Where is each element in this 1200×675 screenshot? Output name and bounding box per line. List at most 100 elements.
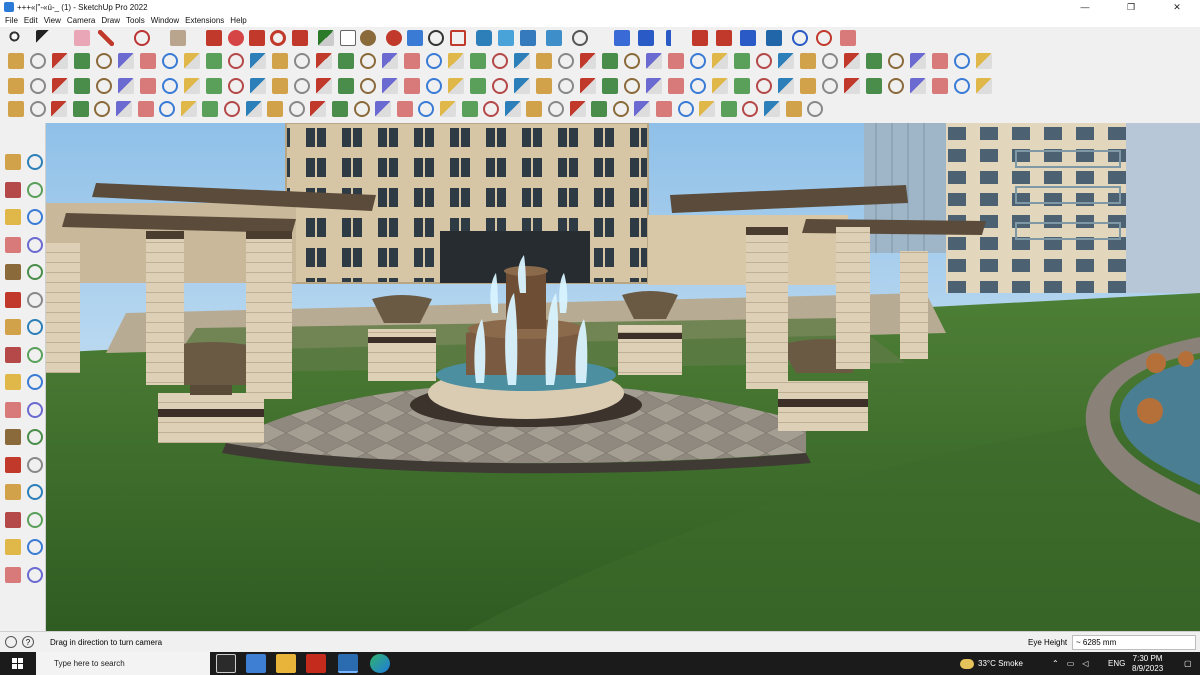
tool-r4-19-icon[interactable] (396, 101, 413, 117)
tool-r2-26-icon[interactable] (558, 53, 574, 69)
clear-icon[interactable] (840, 30, 856, 46)
menu-extensions[interactable]: Extensions (182, 16, 227, 25)
tool-r2-24-icon[interactable] (514, 53, 530, 69)
rotate-icon[interactable] (270, 30, 286, 46)
left-look-around-icon[interactable] (5, 539, 21, 555)
extension-manager-icon[interactable] (546, 30, 562, 46)
clock[interactable]: 7:30 PM 8/9/2023 (1132, 652, 1163, 675)
tool-r2-6-icon[interactable] (118, 53, 134, 69)
tool-r3-10-icon[interactable] (206, 78, 222, 94)
text-icon[interactable] (340, 30, 356, 46)
tool-r4-26-icon[interactable] (548, 101, 564, 117)
tool-r3-5-icon[interactable] (96, 78, 112, 94)
tool-r3-8-icon[interactable] (162, 78, 178, 94)
select-blue-icon[interactable] (614, 30, 630, 46)
tool-r4-8-icon[interactable] (159, 101, 176, 117)
left-offset-icon[interactable] (5, 346, 21, 363)
left-arc-icon[interactable] (5, 319, 21, 335)
component-icon[interactable] (638, 30, 654, 46)
tool-r2-5-icon[interactable] (96, 53, 112, 69)
tool-r3-20-icon[interactable] (426, 78, 442, 94)
search-icon[interactable] (8, 30, 24, 46)
tool-r4-16-icon[interactable] (332, 101, 348, 117)
tool-r3-44-icon[interactable] (954, 78, 970, 94)
tool-r2-11-icon[interactable] (228, 53, 244, 69)
menu-draw[interactable]: Draw (98, 16, 123, 25)
tool-r2-37-icon[interactable] (800, 53, 816, 69)
tool-r2-44-icon[interactable] (954, 53, 970, 69)
left-pie-icon[interactable] (27, 319, 43, 335)
tool-r3-36-icon[interactable] (778, 78, 794, 94)
measurements-input[interactable]: ~ 6285 mm (1072, 635, 1196, 650)
autocad-app-icon[interactable] (306, 654, 326, 673)
tool-r4-6-icon[interactable] (116, 101, 132, 117)
tool-r2-12-icon[interactable] (250, 53, 266, 69)
language-indicator[interactable]: ENG (1108, 652, 1125, 675)
orbit-icon[interactable] (386, 30, 402, 46)
tool-r4-27-icon[interactable] (569, 101, 586, 117)
tool-r3-27-icon[interactable] (580, 78, 596, 94)
follow-me-icon[interactable] (228, 30, 244, 46)
left-polygon-icon[interactable] (27, 291, 43, 308)
tool-r2-3-icon[interactable] (52, 53, 68, 69)
left-walk-icon[interactable] (27, 511, 43, 528)
tool-r3-29-icon[interactable] (624, 78, 640, 94)
tool-r2-45-icon[interactable] (976, 53, 992, 69)
tool-r2-18-icon[interactable] (382, 53, 398, 69)
tool-r4-7-icon[interactable] (137, 101, 154, 117)
file-explorer-icon[interactable] (276, 654, 296, 673)
tool-r3-15-icon[interactable] (316, 78, 332, 94)
left-orbit-icon[interactable] (27, 154, 43, 170)
tool-r3-39-icon[interactable] (844, 78, 860, 94)
rectangle-icon[interactable] (170, 30, 186, 46)
left-text-icon[interactable] (27, 209, 43, 225)
tool-r2-16-icon[interactable] (338, 53, 354, 69)
freehand-icon[interactable] (134, 30, 150, 46)
zoom-extents-icon[interactable] (450, 30, 466, 46)
tool-r4-30-icon[interactable] (634, 101, 651, 117)
tool-r2-39-icon[interactable] (844, 53, 860, 69)
tool-r3-13-icon[interactable] (272, 78, 288, 94)
tool-r3-33-icon[interactable] (712, 78, 728, 94)
edge-browser-icon[interactable] (370, 654, 390, 673)
tool-r3-23-icon[interactable] (492, 78, 508, 94)
tool-r2-36-icon[interactable] (778, 53, 794, 69)
tool-r4-20-icon[interactable] (418, 101, 435, 117)
maximize-button[interactable]: ❐ (1108, 0, 1154, 14)
left-freehand-icon[interactable] (27, 236, 43, 253)
left-move-icon[interactable] (27, 374, 43, 390)
left-line-icon[interactable] (5, 236, 21, 253)
close-button[interactable]: ✕ (1154, 0, 1200, 14)
tool-r4-31-icon[interactable] (656, 101, 672, 117)
select-arrow-icon[interactable] (36, 30, 52, 46)
tool-r2-40-icon[interactable] (866, 53, 882, 69)
tool-r2-25-icon[interactable] (536, 53, 552, 69)
start-button[interactable] (0, 652, 36, 675)
tool-r3-43-icon[interactable] (932, 78, 948, 94)
left-sandbox-icon[interactable] (5, 566, 21, 583)
line-pencil-icon[interactable] (98, 30, 114, 46)
left-eraser-icon[interactable] (27, 181, 43, 198)
user-account-icon[interactable] (572, 30, 588, 46)
tool-r3-28-icon[interactable] (602, 78, 618, 94)
tool-r2-17-icon[interactable] (360, 53, 376, 69)
tool-r2-9-icon[interactable] (184, 53, 200, 69)
tool-r2-27-icon[interactable] (580, 53, 596, 69)
left-zoom-window-icon[interactable] (27, 484, 43, 500)
mirror-icon[interactable] (716, 30, 732, 46)
tool-r4-3-icon[interactable] (51, 101, 68, 117)
warehouse-icon[interactable] (476, 30, 492, 46)
left-position-camera-icon[interactable] (5, 484, 21, 500)
tool-r2-20-icon[interactable] (426, 53, 442, 69)
left-follow-me-icon[interactable] (27, 346, 43, 363)
geo-location-icon[interactable] (5, 636, 17, 648)
tool-r2-13-icon[interactable] (272, 53, 288, 69)
tool-r2-22-icon[interactable] (470, 53, 486, 69)
tape-measure-icon[interactable] (318, 30, 334, 46)
tool-r3-21-icon[interactable] (448, 78, 464, 94)
tool-r4-14-icon[interactable] (288, 101, 305, 117)
tool-r4-10-icon[interactable] (202, 101, 219, 117)
left-protractor-icon[interactable] (5, 456, 21, 473)
tool-r2-38-icon[interactable] (822, 53, 838, 69)
tool-r3-45-icon[interactable] (976, 78, 992, 94)
